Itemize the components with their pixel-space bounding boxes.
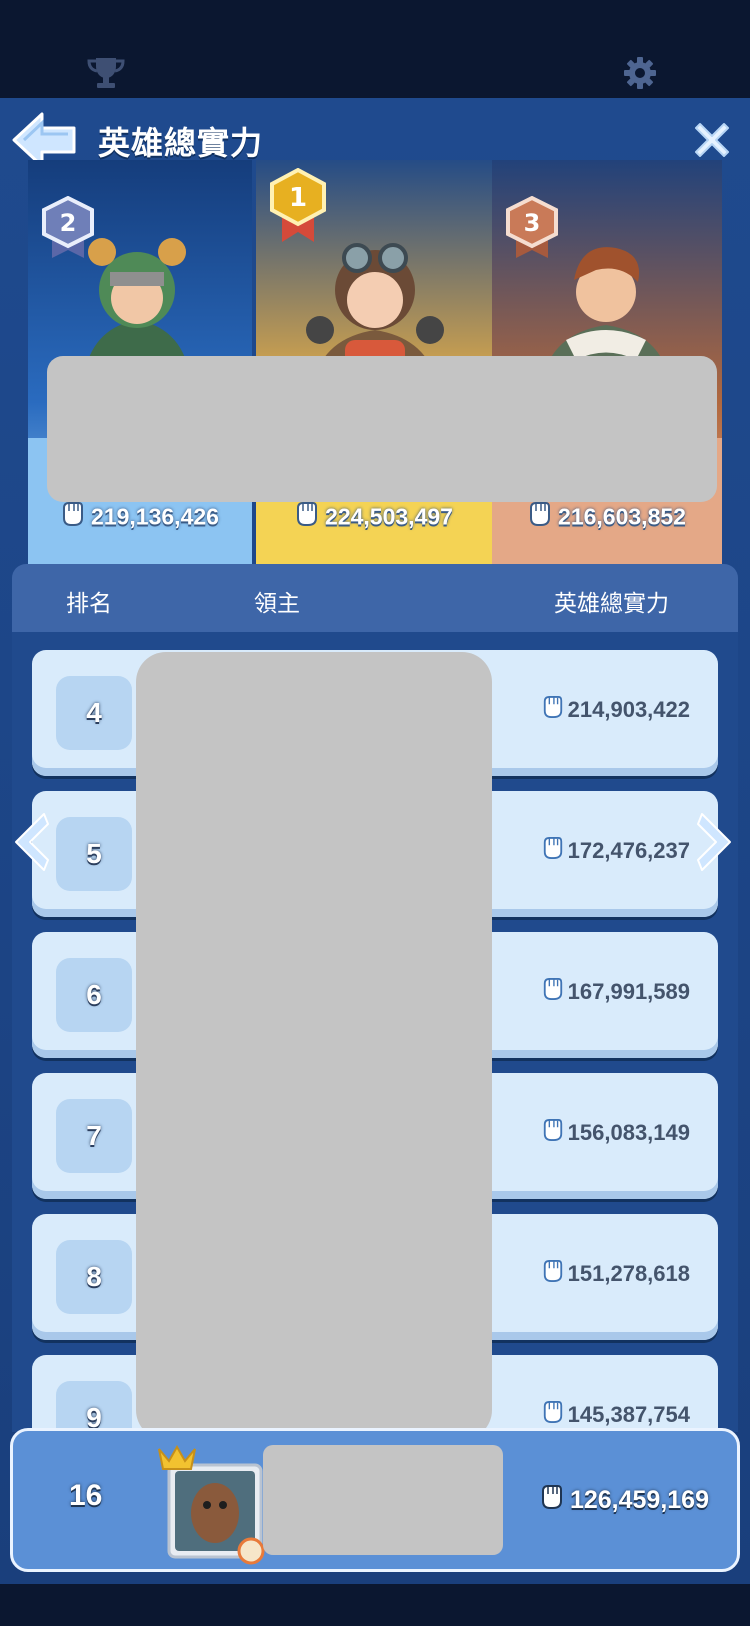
podium-score-value: 224,503,497 bbox=[325, 503, 453, 530]
podium-score: 216,603,852 bbox=[492, 500, 722, 534]
row-rank: 7 bbox=[56, 1099, 132, 1173]
fist-power-icon bbox=[295, 500, 319, 534]
medal-rank-text: 1 bbox=[289, 183, 307, 213]
row-power: 167,991,589 bbox=[542, 976, 690, 1008]
my-rank-row[interactable]: 16 126,459,169 bbox=[10, 1428, 740, 1572]
row-rank: 5 bbox=[56, 817, 132, 891]
bottom-bar bbox=[0, 1584, 750, 1626]
podium-score-value: 216,603,852 bbox=[558, 503, 686, 530]
my-power: 126,459,169 bbox=[540, 1483, 709, 1518]
fist-power-icon bbox=[542, 1399, 564, 1431]
row-power: 151,278,618 bbox=[542, 1258, 690, 1290]
fist-power-icon bbox=[542, 694, 564, 726]
column-power-header: 英雄總實力 bbox=[554, 590, 669, 616]
my-power-value: 126,459,169 bbox=[569, 1486, 709, 1514]
fist-power-icon bbox=[540, 1483, 564, 1518]
row-power-value: 151,278,618 bbox=[567, 1261, 690, 1286]
fist-power-icon bbox=[542, 1117, 564, 1149]
next-page-arrow-icon[interactable] bbox=[696, 810, 736, 879]
fist-power-icon bbox=[528, 500, 552, 534]
row-power: 145,387,754 bbox=[542, 1399, 690, 1431]
prev-page-arrow-icon[interactable] bbox=[10, 810, 50, 879]
row-rank: 4 bbox=[56, 676, 132, 750]
gear-icon[interactable] bbox=[622, 55, 658, 96]
avatar[interactable] bbox=[155, 1441, 275, 1570]
podium-score: 219,136,426 bbox=[28, 500, 252, 534]
row-rank: 6 bbox=[56, 958, 132, 1032]
fist-power-icon bbox=[542, 1258, 564, 1290]
redacted-lord-names bbox=[136, 652, 492, 1440]
fist-power-icon bbox=[61, 500, 85, 534]
row-power-value: 172,476,237 bbox=[567, 838, 690, 863]
fist-power-icon bbox=[542, 976, 564, 1008]
trophy-icon[interactable] bbox=[86, 55, 126, 96]
row-power: 214,903,422 bbox=[542, 694, 690, 726]
column-rank-header: 排名 bbox=[66, 590, 112, 616]
top-bar bbox=[0, 0, 750, 100]
row-power-value: 214,903,422 bbox=[567, 697, 690, 722]
row-power-value: 167,991,589 bbox=[567, 979, 690, 1004]
table-header: 排名 領主 英雄總實力 bbox=[12, 564, 738, 632]
podium-score: 224,503,497 bbox=[256, 500, 492, 534]
column-lord-header: 領主 bbox=[254, 590, 300, 616]
row-power: 172,476,237 bbox=[542, 835, 690, 867]
row-power-value: 145,387,754 bbox=[567, 1402, 690, 1427]
redacted-names-area bbox=[47, 356, 717, 502]
page-title: 英雄總實力 bbox=[98, 125, 264, 161]
podium-score-value: 219,136,426 bbox=[91, 503, 219, 530]
row-power-value: 156,083,149 bbox=[567, 1120, 690, 1145]
fist-power-icon bbox=[542, 835, 564, 867]
row-rank: 8 bbox=[56, 1240, 132, 1314]
row-power: 156,083,149 bbox=[542, 1117, 690, 1149]
my-rank: 16 bbox=[69, 1479, 103, 1512]
redacted-my-name bbox=[263, 1445, 503, 1555]
